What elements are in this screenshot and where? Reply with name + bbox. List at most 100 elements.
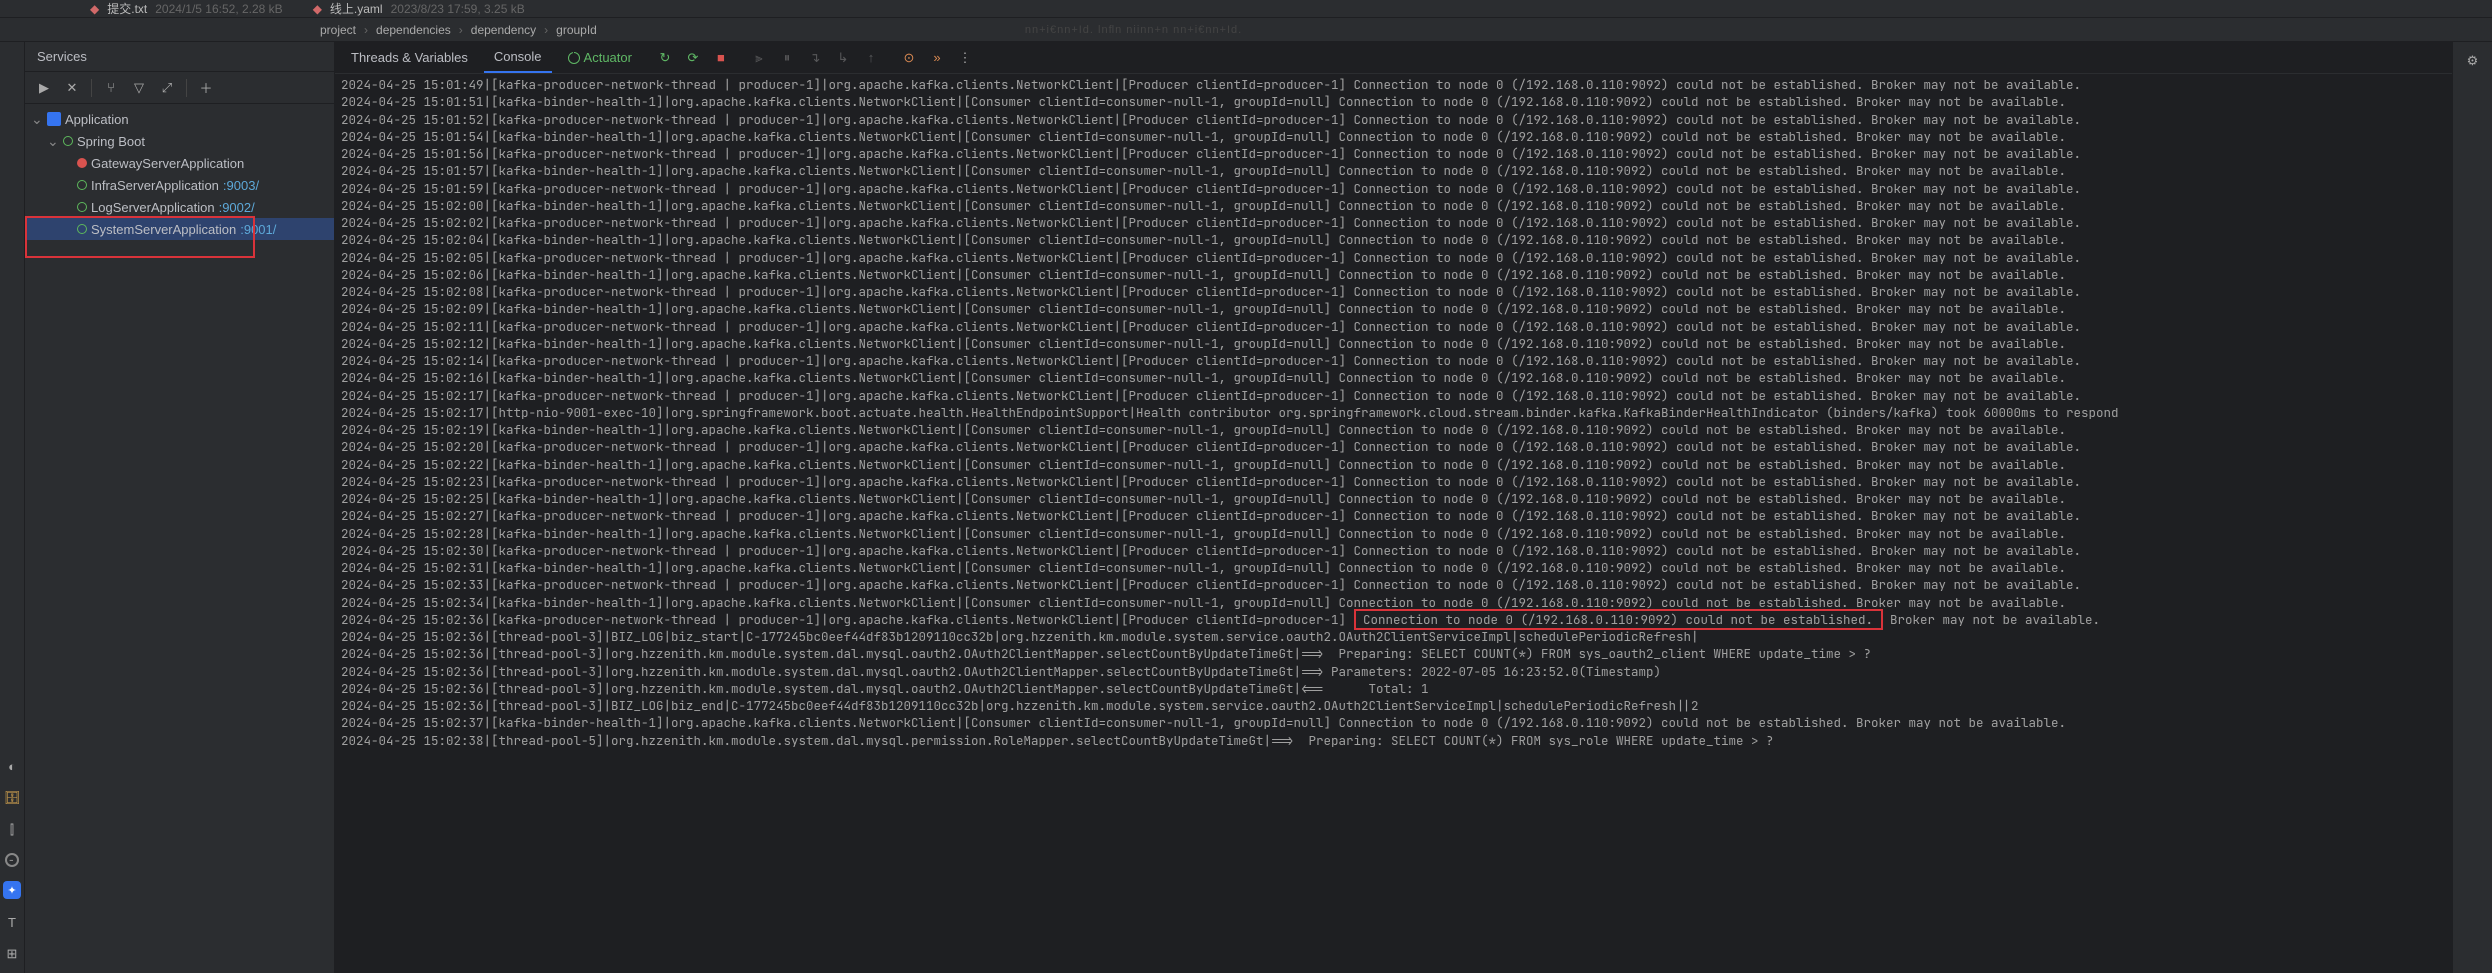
log-line: 2024-04-25 15:02:28|[kafka-binder-health… — [341, 525, 2446, 542]
breadcrumb-part[interactable]: project — [320, 23, 356, 37]
breadcrumb-part[interactable]: dependency — [471, 23, 536, 37]
log-line: 2024-04-25 15:02:17|[http-nio-9001-exec-… — [341, 404, 2446, 421]
breadcrumb: project › dependencies › dependency › gr… — [0, 18, 2492, 42]
divider — [186, 79, 187, 97]
log-line: 2024-04-25 15:02:36|[thread-pool-3]|BIZ_… — [341, 697, 2446, 714]
breadcrumb-part[interactable]: dependencies — [376, 23, 451, 37]
log-line: 2024-04-25 15:02:06|[kafka-binder-health… — [341, 266, 2446, 283]
tree-link[interactable]: :9002/ — [219, 200, 255, 215]
rerun-alt-icon[interactable]: ⟳ — [682, 47, 704, 69]
rerun-icon[interactable]: ↻ — [654, 47, 676, 69]
log-line: 2024-04-25 15:02:16|[kafka-binder-health… — [341, 369, 2446, 386]
highlighted-error: Connection to node 0 (/192.168.0.110:909… — [1354, 609, 1883, 630]
settings-icon[interactable]: ⚙ — [2462, 50, 2484, 72]
tree-row[interactable]: LogServerApplication :9002/ — [25, 196, 334, 218]
step-over-icon[interactable]: ⫸ — [748, 47, 770, 69]
bookmark-icon[interactable]: ⫿ — [3, 821, 21, 839]
tree-label: SystemServerApplication — [91, 222, 236, 237]
log-line: 2024-04-25 15:02:30|[kafka-producer-netw… — [341, 542, 2446, 559]
log-line: 2024-04-25 15:02:14|[kafka-producer-netw… — [341, 352, 2446, 369]
app-icon — [77, 202, 87, 212]
app-icon — [77, 158, 87, 168]
tree-row[interactable]: Spring Boot — [25, 130, 334, 152]
app-icon — [77, 224, 87, 234]
pause-icon[interactable]: ⏸ — [776, 47, 798, 69]
log-line: 2024-04-25 15:02:20|[kafka-producer-netw… — [341, 438, 2446, 455]
breadcrumb-part[interactable]: groupId — [556, 23, 597, 37]
log-line: 2024-04-25 15:02:22|[kafka-binder-health… — [341, 456, 2446, 473]
services-panel: Services ▶ ✕ ⑂ ▽ ⤢ ＋ Application Spring B… — [25, 42, 335, 973]
log-line: 2024-04-25 15:02:02|[kafka-producer-netw… — [341, 214, 2446, 231]
add-icon[interactable]: ＋ — [195, 77, 217, 99]
right-gutter: ⚙ — [2452, 42, 2492, 973]
database-icon[interactable]: 🗄 — [3, 789, 21, 807]
chevron-down-icon[interactable] — [47, 133, 59, 150]
chevron-right-icon: › — [364, 23, 368, 37]
log-line: 2024-04-25 15:02:00|[kafka-binder-health… — [341, 197, 2446, 214]
chevron-right-icon: › — [544, 23, 548, 37]
tree-label: Spring Boot — [77, 134, 145, 149]
tree-label: InfraServerApplication — [91, 178, 219, 193]
file-entry[interactable]: ◆ 提交.txt 2024/1/5 16:52, 2.28 kB — [90, 0, 283, 17]
close-icon[interactable]: ✕ — [61, 77, 83, 99]
tree-label: GatewayServerApplication — [91, 156, 244, 171]
file-name: 线上.yaml — [330, 0, 383, 17]
evaluate-icon[interactable]: ⊙ — [898, 47, 920, 69]
app-icon — [77, 180, 87, 190]
log-line: 2024-04-25 15:02:12|[kafka-binder-health… — [341, 335, 2446, 352]
log-line: 2024-04-25 15:02:11|[kafka-producer-netw… — [341, 318, 2446, 335]
services-toolbar: ▶ ✕ ⑂ ▽ ⤢ ＋ — [25, 72, 334, 104]
tree-link[interactable]: :9001/ — [240, 222, 276, 237]
step-into-icon[interactable]: ↴ — [804, 47, 826, 69]
services-title: Services — [25, 42, 334, 72]
app-icon — [47, 112, 61, 126]
tree-row[interactable]: Application — [25, 108, 334, 130]
log-line: 2024-04-25 15:02:05|[kafka-producer-netw… — [341, 249, 2446, 266]
chevron-down-icon[interactable] — [31, 111, 43, 128]
services-tree: Application Spring Boot GatewayServerAppli… — [25, 104, 334, 244]
tab-console[interactable]: Console — [484, 42, 552, 73]
log-line: 2024-04-25 15:02:27|[kafka-producer-netw… — [341, 507, 2446, 524]
more-icon[interactable]: ⋮ — [954, 47, 976, 69]
breadcrumb-trailing: nn+i€nn+Id. lnﬂn niinn+n nn+i€nn+Id. — [1025, 24, 1242, 36]
tab-actuator[interactable]: Actuator — [558, 42, 642, 73]
console-tabs: Threads & Variables Console Actuator ↻ ⟳… — [335, 42, 2452, 74]
step-up-icon[interactable]: ↑ — [860, 47, 882, 69]
structure-icon[interactable]: ⊞ — [3, 945, 21, 963]
file-name: 提交.txt — [107, 0, 147, 17]
log-line: 2024-04-25 15:01:54|[kafka-binder-health… — [341, 128, 2446, 145]
console-log[interactable]: 2024-04-25 15:01:49|[kafka-producer-netw… — [335, 74, 2452, 973]
tree-icon[interactable]: ⑂ — [100, 77, 122, 99]
file-bar: ◆ 提交.txt 2024/1/5 16:52, 2.28 kB ◆ 线上.ya… — [0, 0, 2492, 18]
file-entry[interactable]: ◆ 线上.yaml 2023/8/23 17:59, 3.25 kB — [313, 0, 525, 17]
log-line: 2024-04-25 15:02:17|[kafka-producer-netw… — [341, 387, 2446, 404]
minus-circle-icon[interactable] — [5, 853, 19, 867]
expand-icon[interactable]: ⤢ — [156, 77, 178, 99]
file-icon: ◆ — [313, 2, 322, 16]
actuator-label: Actuator — [584, 50, 632, 65]
stop-icon[interactable]: ■ — [710, 47, 732, 69]
log-line: 2024-04-25 15:02:33|[kafka-producer-netw… — [341, 576, 2446, 593]
tree-row[interactable]: SystemServerApplication :9001/ — [25, 218, 334, 240]
step-out-icon[interactable]: ↳ — [832, 47, 854, 69]
assist-icon[interactable]: ✦ — [3, 881, 21, 899]
left-rail: ◐ 🗄 ⫿ ✦ T ⊞ — [0, 42, 25, 973]
log-line: 2024-04-25 15:02:04|[kafka-binder-health… — [341, 231, 2446, 248]
file-icon: ◆ — [90, 2, 99, 16]
stop-icon[interactable]: ▶ — [33, 77, 55, 99]
log-line: 2024-04-25 15:02:36|[kafka-producer-netw… — [341, 611, 2446, 628]
tree-row[interactable]: InfraServerApplication :9003/ — [25, 174, 334, 196]
tree-link[interactable]: :9003/ — [223, 178, 259, 193]
tree-row[interactable]: GatewayServerApplication — [25, 152, 334, 174]
tree-label: LogServerApplication — [91, 200, 215, 215]
trace-icon[interactable]: » — [926, 47, 948, 69]
recent-icon[interactable]: ◐ — [3, 757, 21, 775]
log-line: 2024-04-25 15:01:57|[kafka-binder-health… — [341, 162, 2446, 179]
log-line: 2024-04-25 15:02:08|[kafka-producer-netw… — [341, 283, 2446, 300]
filter-icon[interactable]: ▽ — [128, 77, 150, 99]
log-line: 2024-04-25 15:01:56|[kafka-producer-netw… — [341, 145, 2446, 162]
text-icon[interactable]: T — [3, 913, 21, 931]
tab-threads[interactable]: Threads & Variables — [341, 42, 478, 73]
log-line: 2024-04-25 15:02:38|[thread-pool-5]|org.… — [341, 732, 2446, 749]
log-line: 2024-04-25 15:02:37|[kafka-binder-health… — [341, 714, 2446, 731]
